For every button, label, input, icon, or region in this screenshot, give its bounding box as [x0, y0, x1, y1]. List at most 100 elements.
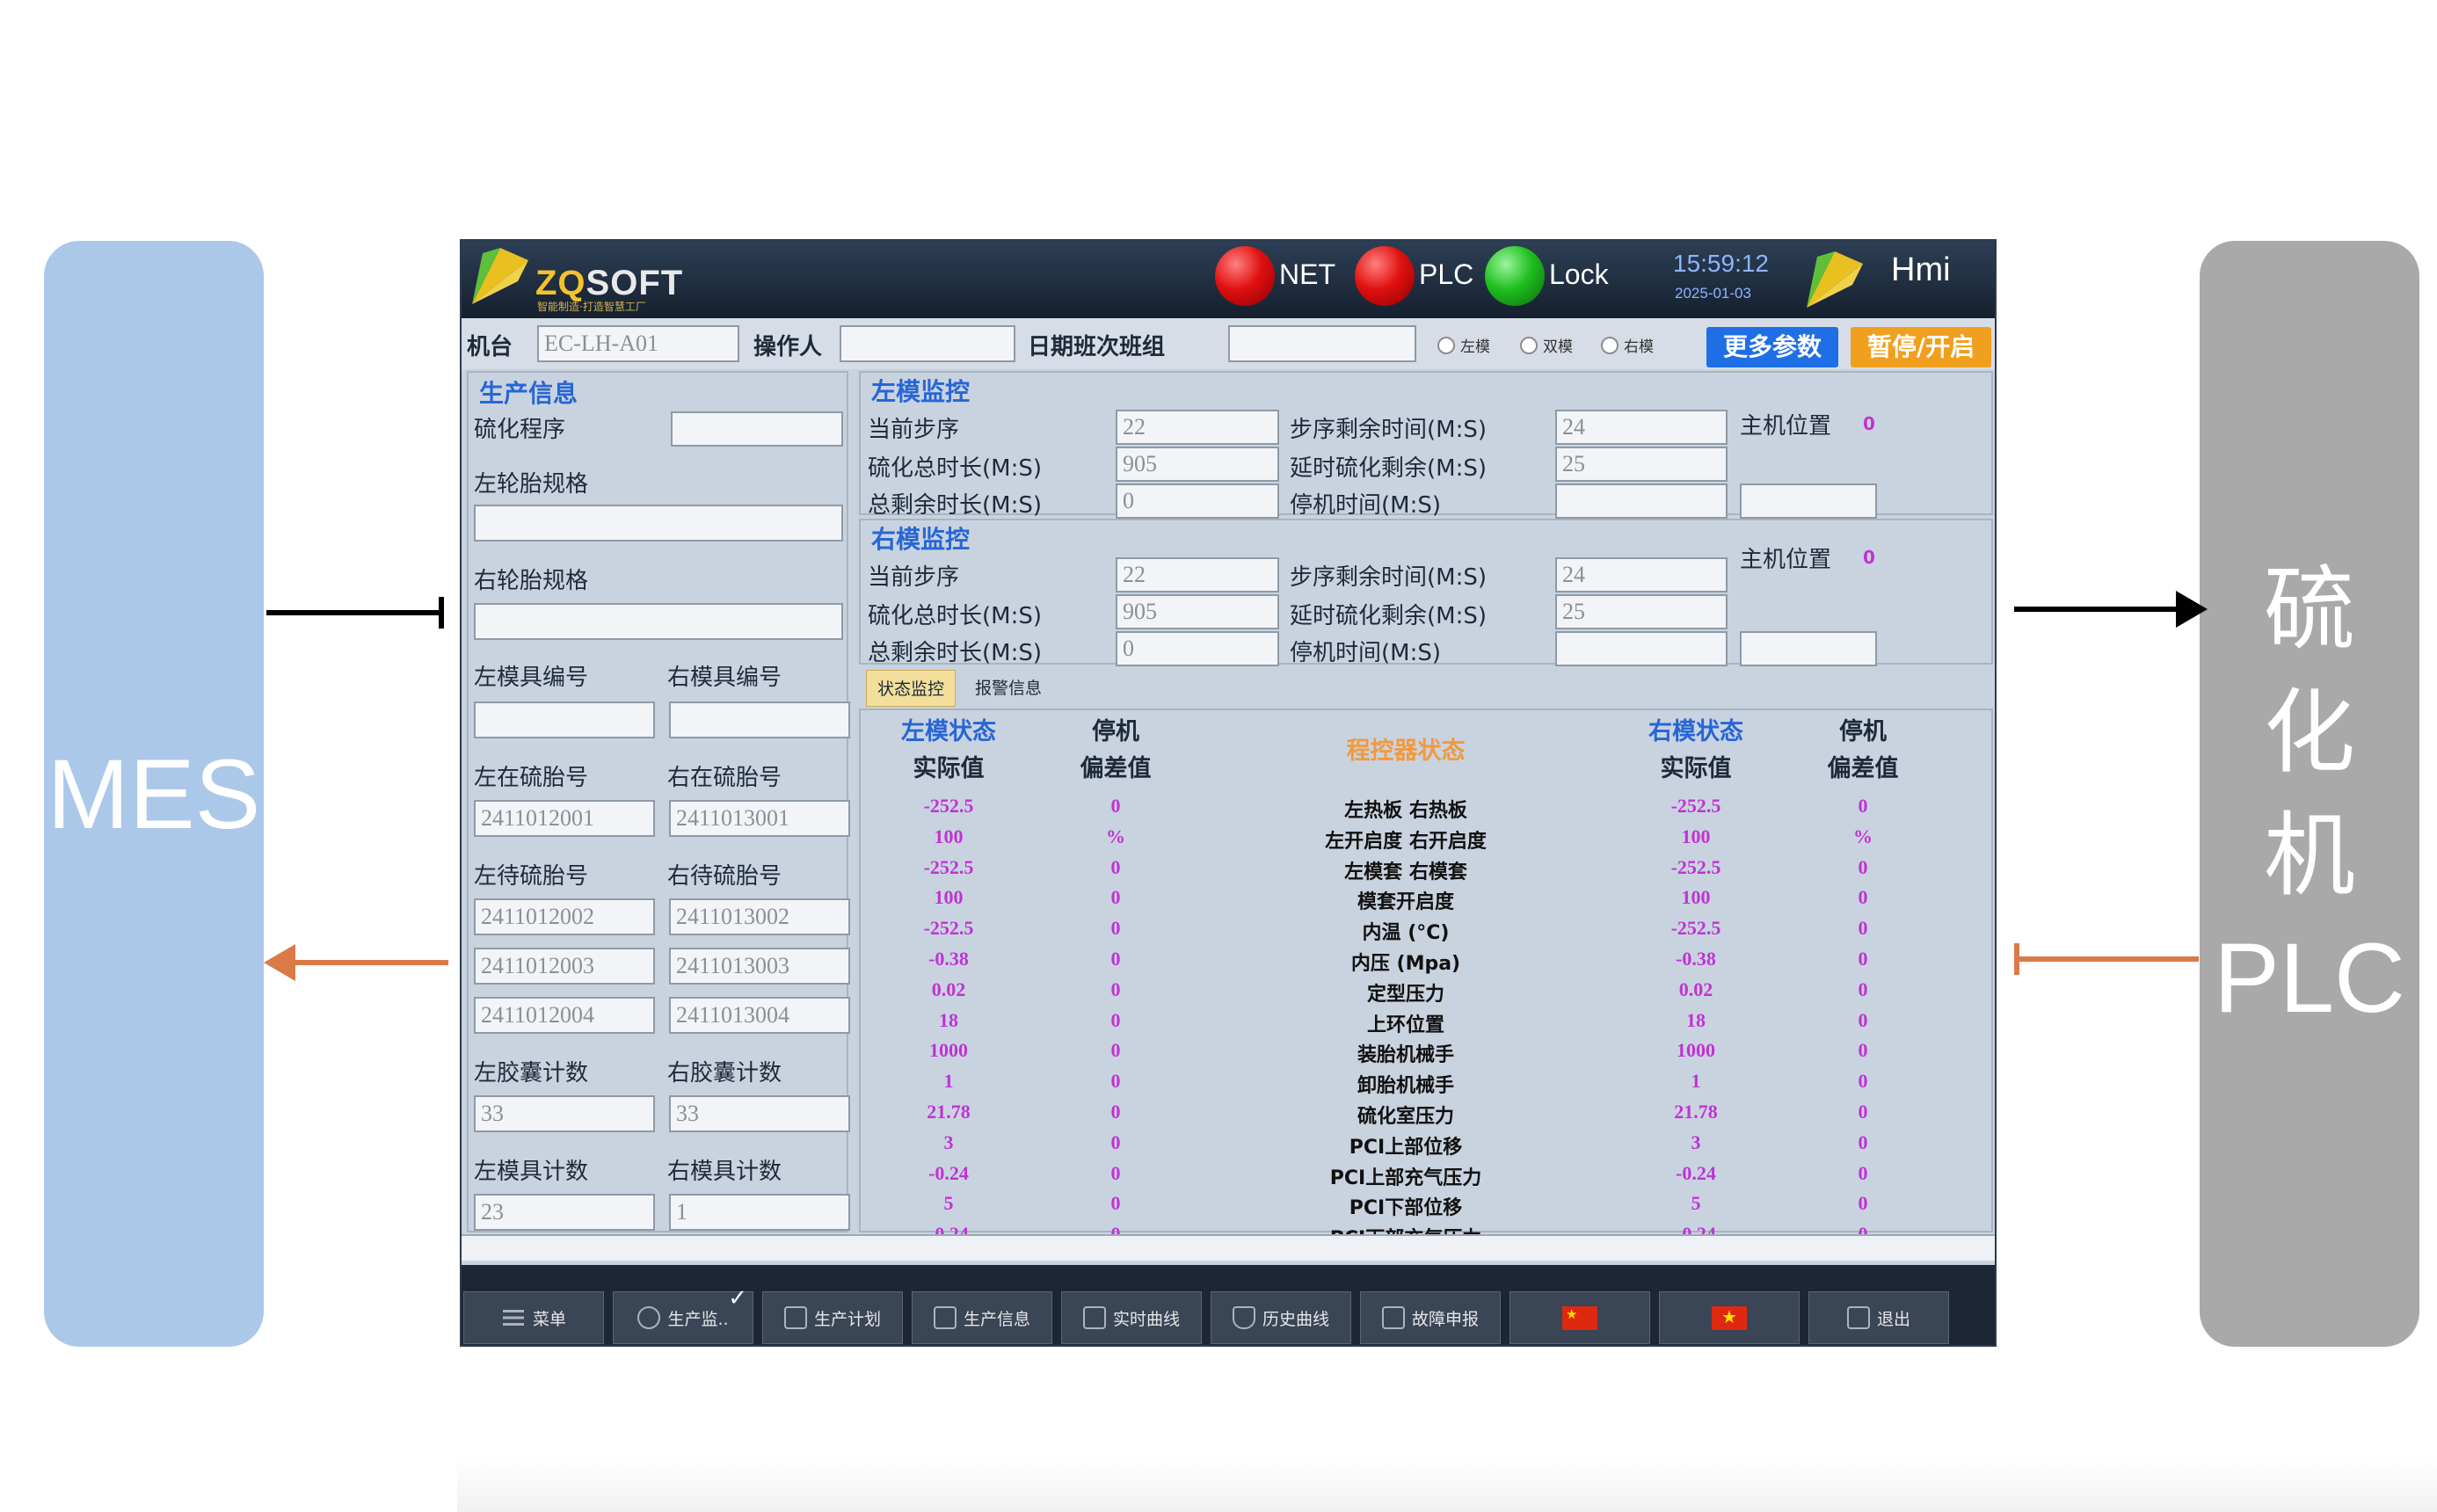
nav-realtime-curve-button[interactable]: 实时曲线: [1061, 1291, 1202, 1344]
left-bladder-field[interactable]: 33: [474, 1095, 655, 1132]
right-deviation-cell: 0: [1858, 1039, 1868, 1062]
right-actual-cell: -252.5: [1670, 855, 1721, 878]
right-actual-cell: 0.02: [1678, 978, 1713, 1000]
monitor-tabs: 状态监控 报警信息: [866, 670, 1052, 707]
parameter-name-cell: 内压 (Mpa): [1350, 953, 1461, 975]
cube-icon: [637, 1306, 661, 1329]
left-curing-field[interactable]: 2411012001: [474, 800, 655, 837]
production-info-panel: 生产信息 硫化程序 左轮胎规格 右轮胎规格 左模具编号 右模具编号 左在硫胎号 …: [467, 371, 850, 1232]
tab-alarm-info[interactable]: 报警信息: [964, 670, 1052, 707]
right-mold-no-label: 右模具编号: [667, 665, 782, 691]
right-bladder-field[interactable]: 33: [669, 1095, 850, 1132]
parameter-name-cell: 内温 (°C): [1362, 922, 1450, 945]
left-delay-remaining-field[interactable]: 25: [1555, 447, 1728, 482]
nav-production-monitor-button[interactable]: 生产监.. ✓: [613, 1285, 753, 1344]
arrow-hmi-to-mes: [264, 944, 448, 981]
left-mold-no-field[interactable]: [474, 701, 655, 738]
brand-prefix: ZQ: [535, 264, 586, 302]
nav-menu-button[interactable]: 菜单: [463, 1291, 604, 1344]
left-deviation-cell: 0: [1110, 795, 1121, 817]
nav-label: 故障申报: [1411, 1309, 1479, 1329]
left-actual-cell: 1: [943, 1070, 954, 1093]
more-params-button[interactable]: 更多参数: [1706, 327, 1838, 367]
right-total-remaining-field[interactable]: 0: [1116, 631, 1279, 666]
nav-history-curve-button[interactable]: 历史曲线: [1211, 1291, 1351, 1344]
left-step-remaining-label: 步序剩余时间(M:S): [1290, 417, 1487, 443]
radio-double-mold[interactable]: 双模: [1520, 334, 1573, 356]
right-stop-time-field[interactable]: [1555, 631, 1728, 666]
left-current-step-label: 当前步序: [868, 417, 960, 443]
left-stop-label: 停机: [1092, 718, 1139, 745]
left-total-cure-field[interactable]: 905: [1116, 447, 1279, 482]
left-waiting-field-2[interactable]: 2411012003: [474, 948, 655, 985]
radio-circle[interactable]: [1520, 336, 1538, 354]
left-stop-time-field-2[interactable]: [1740, 483, 1877, 519]
left-mold-count-field[interactable]: 23: [474, 1194, 655, 1231]
radio-right-mold[interactable]: 右模: [1601, 334, 1654, 356]
right-waiting-field-3[interactable]: 2411013004: [669, 997, 850, 1034]
right-waiting-field-1[interactable]: 2411013002: [669, 898, 850, 935]
radio-label: 双模: [1543, 338, 1573, 356]
right-host-position-label: 主机位置: [1740, 547, 1832, 573]
nav-exit-button[interactable]: 退出: [1808, 1291, 1949, 1344]
right-total-cure-field[interactable]: 905: [1116, 594, 1279, 629]
right-deviation-cell: 0: [1858, 855, 1868, 878]
left-host-position-label: 主机位置: [1740, 413, 1832, 440]
left-actual-cell: -0.24: [928, 1161, 969, 1184]
nav-chinese-language-button[interactable]: ★: [1509, 1291, 1650, 1344]
menu-icon: [502, 1310, 524, 1326]
vietnam-flag-icon: ★: [1712, 1305, 1747, 1330]
controller-status-title: 程控器状态: [1346, 738, 1466, 765]
cure-program-field[interactable]: [671, 411, 843, 447]
exit-icon: [1846, 1306, 1870, 1329]
plc-label: PLC: [2214, 923, 2405, 1033]
left-stop-time-field[interactable]: [1555, 483, 1728, 519]
nav-production-plan-button[interactable]: 生产计划: [762, 1291, 903, 1344]
left-deviation-cell: 0: [1110, 1192, 1121, 1215]
left-tire-spec-field[interactable]: [474, 505, 843, 542]
right-step-remaining-field[interactable]: 24: [1555, 557, 1728, 592]
parameter-name-cell: PCI上部充气压力: [1329, 1167, 1482, 1189]
machine-field[interactable]: EC-LH-A01: [537, 325, 739, 362]
left-step-remaining-field[interactable]: 24: [1555, 410, 1728, 445]
left-stop-time-label: 停机时间(M:S): [1290, 492, 1441, 519]
shift-field[interactable]: [1228, 325, 1416, 362]
parameter-name-cell: 定型压力: [1366, 983, 1444, 1006]
left-monitor-title: 左模监控: [871, 377, 971, 406]
nav-fault-report-button[interactable]: 故障申报: [1360, 1291, 1501, 1344]
radio-circle[interactable]: [1437, 336, 1455, 354]
right-total-remaining-label: 总剩余时长(M:S): [868, 640, 1042, 666]
left-actual-cell: 1000: [929, 1039, 968, 1062]
right-tire-spec-field[interactable]: [474, 603, 843, 640]
right-curing-field[interactable]: 2411013001: [669, 800, 850, 837]
right-stop-time-field-2[interactable]: [1740, 631, 1877, 666]
parameter-name-cell: 左开启度 右开启度: [1325, 830, 1487, 853]
left-total-remaining-label: 总剩余时长(M:S): [868, 492, 1042, 519]
operator-field[interactable]: [840, 325, 1015, 362]
right-status-title: 右模状态: [1648, 718, 1743, 745]
left-deviation-cell: 0: [1110, 855, 1121, 878]
nav-vietnamese-language-button[interactable]: ★: [1659, 1291, 1800, 1344]
tab-status-monitor[interactable]: 状态监控: [866, 670, 957, 707]
parameter-name-cell: 上环位置: [1366, 1014, 1444, 1036]
left-actual-cell: 100: [934, 886, 964, 909]
left-actual-header: 实际值: [913, 755, 985, 782]
plc-char-1: 硫: [2263, 556, 2355, 663]
right-delay-remaining-label: 延时硫化剩余(M:S): [1290, 603, 1487, 629]
pause-start-button[interactable]: 暂停/开启: [1851, 327, 1991, 367]
left-deviation-header: 偏差值: [1080, 755, 1152, 782]
right-mold-no-field[interactable]: [669, 701, 850, 738]
left-actual-cell: -252.5: [923, 795, 974, 817]
mes-label: MES: [47, 738, 261, 849]
radio-left-mold[interactable]: 左模: [1437, 334, 1490, 356]
left-waiting-field-3[interactable]: 2411012004: [474, 997, 655, 1034]
right-current-step-field[interactable]: 22: [1116, 557, 1279, 592]
right-delay-remaining-field[interactable]: 25: [1555, 594, 1728, 629]
radio-circle[interactable]: [1601, 336, 1619, 354]
left-current-step-field[interactable]: 22: [1116, 410, 1279, 445]
right-mold-count-field[interactable]: 1: [669, 1194, 850, 1231]
right-waiting-field-2[interactable]: 2411013003: [669, 948, 850, 985]
nav-production-info-button[interactable]: 生产信息: [912, 1291, 1052, 1344]
left-total-remaining-field[interactable]: 0: [1116, 483, 1279, 519]
left-waiting-field-1[interactable]: 2411012002: [474, 898, 655, 935]
